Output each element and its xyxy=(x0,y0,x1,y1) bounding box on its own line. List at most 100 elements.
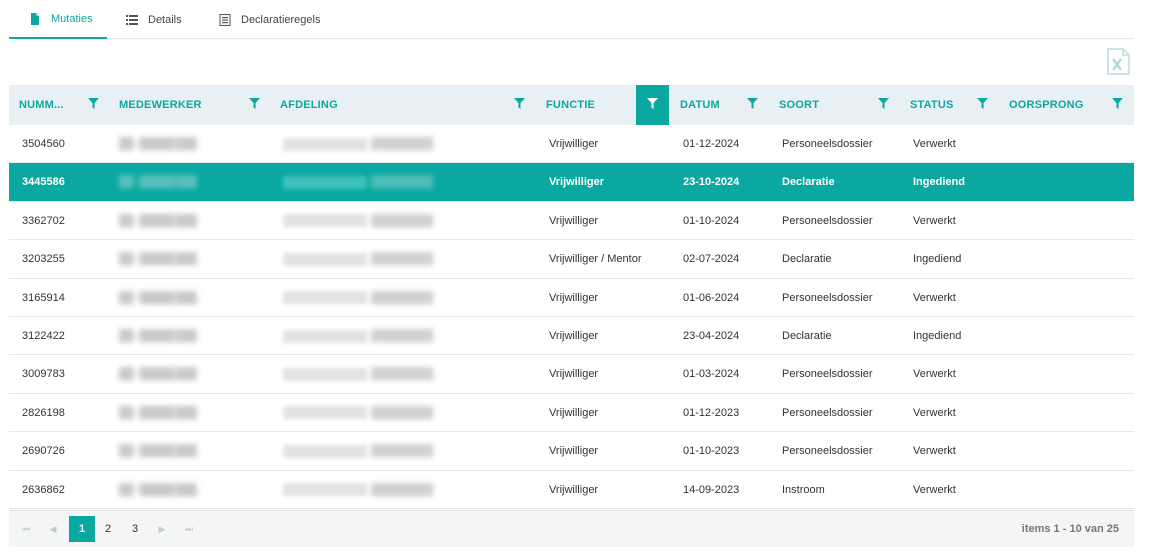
column-header-afdeling[interactable]: AFDELING xyxy=(270,85,536,125)
redacted-badge xyxy=(283,291,367,305)
cell-datum: 23-10-2024 xyxy=(683,176,740,189)
redacted-badge xyxy=(283,444,367,458)
redacted-text: █████████ xyxy=(371,138,433,150)
cell-soort: Personeelsdossier xyxy=(782,445,873,458)
cell-functie: Vrijwilliger xyxy=(549,329,599,342)
cell-afdeling: █████████ xyxy=(283,471,433,509)
cell-medewerker: ██ • █████ ███ xyxy=(119,355,197,393)
table-row[interactable]: 3362702 ██ • █████ ███ █████████ Vrijwillig… xyxy=(9,202,1134,241)
redacted-text: ██ • █████ ███ xyxy=(119,406,197,419)
cell-status: Verwerkt xyxy=(913,214,956,227)
table-row[interactable]: 3165914 ██ • █████ ███ █████████ Vrijwillig… xyxy=(9,279,1134,317)
redacted-text: █████████ xyxy=(371,253,433,266)
tab-details[interactable]: Details xyxy=(126,0,182,39)
cell-medewerker: ██ • █████ ███ xyxy=(119,202,197,240)
page-button-2[interactable]: 2 xyxy=(95,516,121,542)
cell-nummer: 3009783 xyxy=(22,368,65,381)
list-icon xyxy=(126,14,138,26)
table-row[interactable]: 3504560 ██ • █████ ███ █████████ Vrijwillig… xyxy=(9,125,1134,164)
redacted-text: ██ • █████ ███ xyxy=(119,176,197,189)
cell-soort: Personeelsdossier xyxy=(782,291,873,304)
file-icon xyxy=(29,12,41,25)
table-row[interactable]: 2636862 ██ • █████ ███ █████████ Vrijwillig… xyxy=(9,471,1134,509)
cell-datum: 01-12-2024 xyxy=(683,138,740,150)
tab-mutaties[interactable]: Mutaties xyxy=(9,0,107,39)
redacted-text: █████████ xyxy=(371,445,433,458)
table-row[interactable]: 2826198 ██ • █████ ███ █████████ Vrijwillig… xyxy=(9,394,1134,433)
cell-nummer: 2826198 xyxy=(22,406,65,419)
column-label: MEDEWERKER xyxy=(119,99,202,111)
excel-export-icon[interactable] xyxy=(1105,48,1131,75)
cell-afdeling: █████████ xyxy=(283,355,433,393)
redacted-text: ██ • █████ ███ xyxy=(119,483,197,496)
cell-datum: 02-07-2024 xyxy=(683,253,740,266)
cell-datum: 01-12-2023 xyxy=(683,406,740,419)
cell-nummer: 3504560 xyxy=(22,138,65,150)
cell-soort: Personeelsdossier xyxy=(782,138,873,150)
redacted-badge xyxy=(283,406,367,420)
cell-datum: 14-09-2023 xyxy=(683,483,740,496)
cell-functie: Vrijwilliger xyxy=(549,176,605,189)
cell-datum: 01-10-2024 xyxy=(683,214,740,227)
cell-soort: Personeelsdossier xyxy=(782,368,873,381)
pager-info: items 1 - 10 van 25 xyxy=(1021,523,1119,535)
cell-soort: Declaratie xyxy=(782,253,832,266)
redacted-text: ██ • █████ ███ xyxy=(119,329,197,342)
page-button-3[interactable]: 3 xyxy=(122,516,148,542)
table-row[interactable]: 2690726 ██ • █████ ███ █████████ Vrijwillig… xyxy=(9,432,1134,471)
filter-icon[interactable] xyxy=(1101,85,1134,125)
filter-active-icon[interactable] xyxy=(636,85,669,125)
cell-nummer: 3122422 xyxy=(22,329,65,342)
redacted-badge xyxy=(283,483,367,497)
cell-soort: Declaratie xyxy=(782,176,835,189)
redacted-text: ██ • █████ ███ xyxy=(119,138,197,150)
cell-status: Verwerkt xyxy=(913,368,956,381)
cell-functie: Vrijwilliger xyxy=(549,138,599,150)
tab-declaratieregels[interactable]: Declaratieregels xyxy=(219,0,320,39)
redacted-text: █████████ xyxy=(371,176,433,189)
last-page-icon[interactable]: ⏭ xyxy=(176,516,202,542)
filter-icon[interactable] xyxy=(77,85,110,125)
cell-functie: Vrijwilliger xyxy=(549,214,599,227)
cell-soort: Personeelsdossier xyxy=(782,406,873,419)
redacted-text: █████████ xyxy=(371,214,433,227)
cell-medewerker: ██ • █████ ███ xyxy=(119,432,197,470)
cell-status: Verwerkt xyxy=(913,138,956,150)
previous-page-icon[interactable]: ◀ xyxy=(40,516,66,542)
cell-afdeling: █████████ xyxy=(283,394,433,432)
redacted-text: █████████ xyxy=(371,291,433,304)
cell-nummer: 3362702 xyxy=(22,214,65,227)
page-button-1[interactable]: 1 xyxy=(69,516,95,542)
table-row[interactable]: 3445586 ██ • █████ ███ █████████ Vrijwillig… xyxy=(9,163,1134,202)
table-row[interactable]: 3009783 ██ • █████ ███ █████████ Vrijwillig… xyxy=(9,355,1134,394)
cell-status: Verwerkt xyxy=(913,291,956,304)
cell-afdeling: █████████ xyxy=(283,202,433,240)
cell-medewerker: ██ • █████ ███ xyxy=(119,279,197,317)
column-label: AFDELING xyxy=(280,99,338,111)
cell-soort: Instroom xyxy=(782,483,825,496)
filter-icon[interactable] xyxy=(503,85,536,125)
next-page-icon[interactable]: ▶ xyxy=(149,516,175,542)
cell-medewerker: ██ • █████ ███ xyxy=(119,317,197,355)
pager: ⏮ ◀ 1 2 3 ▶ ⏭ items 1 - 10 van 25 xyxy=(9,510,1134,547)
filter-icon[interactable] xyxy=(736,85,769,125)
redacted-text: ██ • █████ ███ xyxy=(119,368,197,381)
cell-datum: 23-04-2024 xyxy=(683,329,740,342)
filter-icon[interactable] xyxy=(966,85,999,125)
cell-functie: Vrijwilliger / Mentor xyxy=(549,253,642,266)
grid-body: 3504560 ██ • █████ ███ █████████ Vrijwillig… xyxy=(9,125,1134,509)
redacted-badge xyxy=(283,137,367,151)
cell-nummer: 3445586 xyxy=(22,176,65,189)
filter-icon[interactable] xyxy=(238,85,271,125)
cell-datum: 01-03-2024 xyxy=(683,368,740,381)
cell-datum: 01-06-2024 xyxy=(683,291,740,304)
redacted-text: ██ • █████ ███ xyxy=(119,214,197,227)
first-page-icon[interactable]: ⏮ xyxy=(13,516,39,542)
tab-label: Details xyxy=(148,13,182,26)
redacted-badge xyxy=(283,214,367,228)
filter-icon[interactable] xyxy=(867,85,900,125)
table-row[interactable]: 3122422 ██ • █████ ███ █████████ Vrijwillig… xyxy=(9,317,1134,356)
redacted-text: █████████ xyxy=(371,329,433,342)
table-row[interactable]: 3203255 ██ • █████ ███ █████████ Vrijwillig… xyxy=(9,240,1134,279)
cell-functie: Vrijwilliger xyxy=(549,291,599,304)
